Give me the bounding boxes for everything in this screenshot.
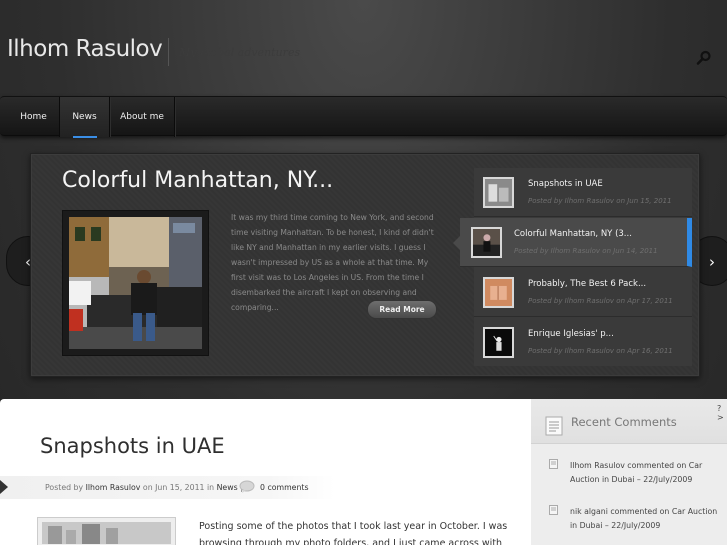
slide-title[interactable]: Colorful Manhattan, NY (3... (514, 229, 632, 239)
slide-meta: Posted by Ilhom Rasulov on Apr 17, 2011 (528, 297, 673, 305)
document-icon (545, 416, 563, 436)
slide-title[interactable]: Snapshots in UAE (528, 179, 603, 189)
slide-item-active[interactable]: Colorful Manhattan, NY (3... Posted by I… (453, 218, 692, 267)
post-excerpt: Posting some of the photos that I took l… (199, 521, 508, 545)
post-date: on Jun 15, 2011 in (142, 483, 215, 492)
nav-item-about-me[interactable]: About me (110, 97, 175, 137)
slide-meta: Posted by Ilhom Rasulov on Jun 14, 2011 (514, 247, 658, 255)
site-title[interactable]: Ilhom Rasulov (7, 36, 163, 62)
search-icon[interactable] (696, 50, 712, 66)
title-divider (168, 38, 169, 66)
slide-meta: Posted by Ilhom Rasulov on Apr 16, 2011 (528, 347, 673, 355)
slide-title[interactable]: Probably, The Best 6 Pack... (528, 279, 646, 289)
slide-title[interactable]: Enrique Iglesias' p... (528, 329, 614, 339)
read-more-button[interactable]: Read More (367, 300, 437, 319)
slide-item[interactable]: Snapshots in UAE Posted by Ilhom Rasulov… (474, 168, 692, 217)
comments-link[interactable]: 0 comments (260, 483, 309, 492)
nav-item-news[interactable]: News (60, 97, 110, 138)
featured-title[interactable]: Colorful Manhattan, NY... (62, 168, 333, 193)
main-content: Snapshots in UAE Posted by Ilhom Rasulov… (0, 399, 531, 545)
nav-item-home[interactable]: Home (8, 97, 60, 137)
sidebar: Recent Comments ? > Ilhom Rasulov commen… (531, 399, 727, 545)
featured-slide-list: Snapshots in UAE Posted by Ilhom Rasulov… (453, 168, 692, 367)
recent-comments-title: Recent Comments (571, 415, 677, 429)
posted-by-label: Posted by (45, 483, 84, 492)
slide-meta: Posted by Ilhom Rasulov on Jun 15, 2011 (528, 197, 672, 205)
slide-thumbnail (483, 327, 514, 358)
recent-comment-link[interactable]: nik algani commented on Car Auction in D… (570, 505, 720, 533)
featured-image[interactable] (62, 210, 209, 356)
slide-thumbnail (483, 177, 514, 208)
comment-doc-icon (549, 505, 558, 515)
street-photo (69, 217, 202, 349)
site-tagline: My global adventures (179, 46, 301, 59)
sidebar-widget-header: Recent Comments ? > (531, 399, 727, 444)
slide-thumbnail (483, 277, 514, 308)
post-thumbnail[interactable] (37, 517, 176, 545)
post-meta: Posted by Ilhom Rasulov on Jun 15, 2011 … (0, 476, 335, 499)
post-title[interactable]: Snapshots in UAE (40, 434, 225, 458)
comment-doc-icon (549, 459, 558, 469)
post-photo (42, 522, 171, 544)
slide-thumbnail (471, 227, 502, 258)
slide-item[interactable]: Probably, The Best 6 Pack... Posted by I… (474, 268, 692, 317)
sidebar-corner-glyphs: ? > (717, 404, 724, 422)
slide-item[interactable]: Enrique Iglesias' p... Posted by Ilhom R… (474, 318, 692, 367)
post-author-link[interactable]: Ilhom Rasulov (86, 483, 141, 492)
post-category-link[interactable]: News (217, 483, 238, 492)
main-navigation: Home News About me (0, 96, 727, 138)
featured-slider: Colorful Manhattan, NY... It was my thir… (30, 153, 700, 377)
post-meta-text: Posted by Ilhom Rasulov on Jun 15, 2011 … (45, 483, 243, 492)
comment-bubble-icon (239, 480, 255, 493)
recent-comment-link[interactable]: Ilhom Rasulov commented on Car Auction i… (570, 459, 720, 487)
